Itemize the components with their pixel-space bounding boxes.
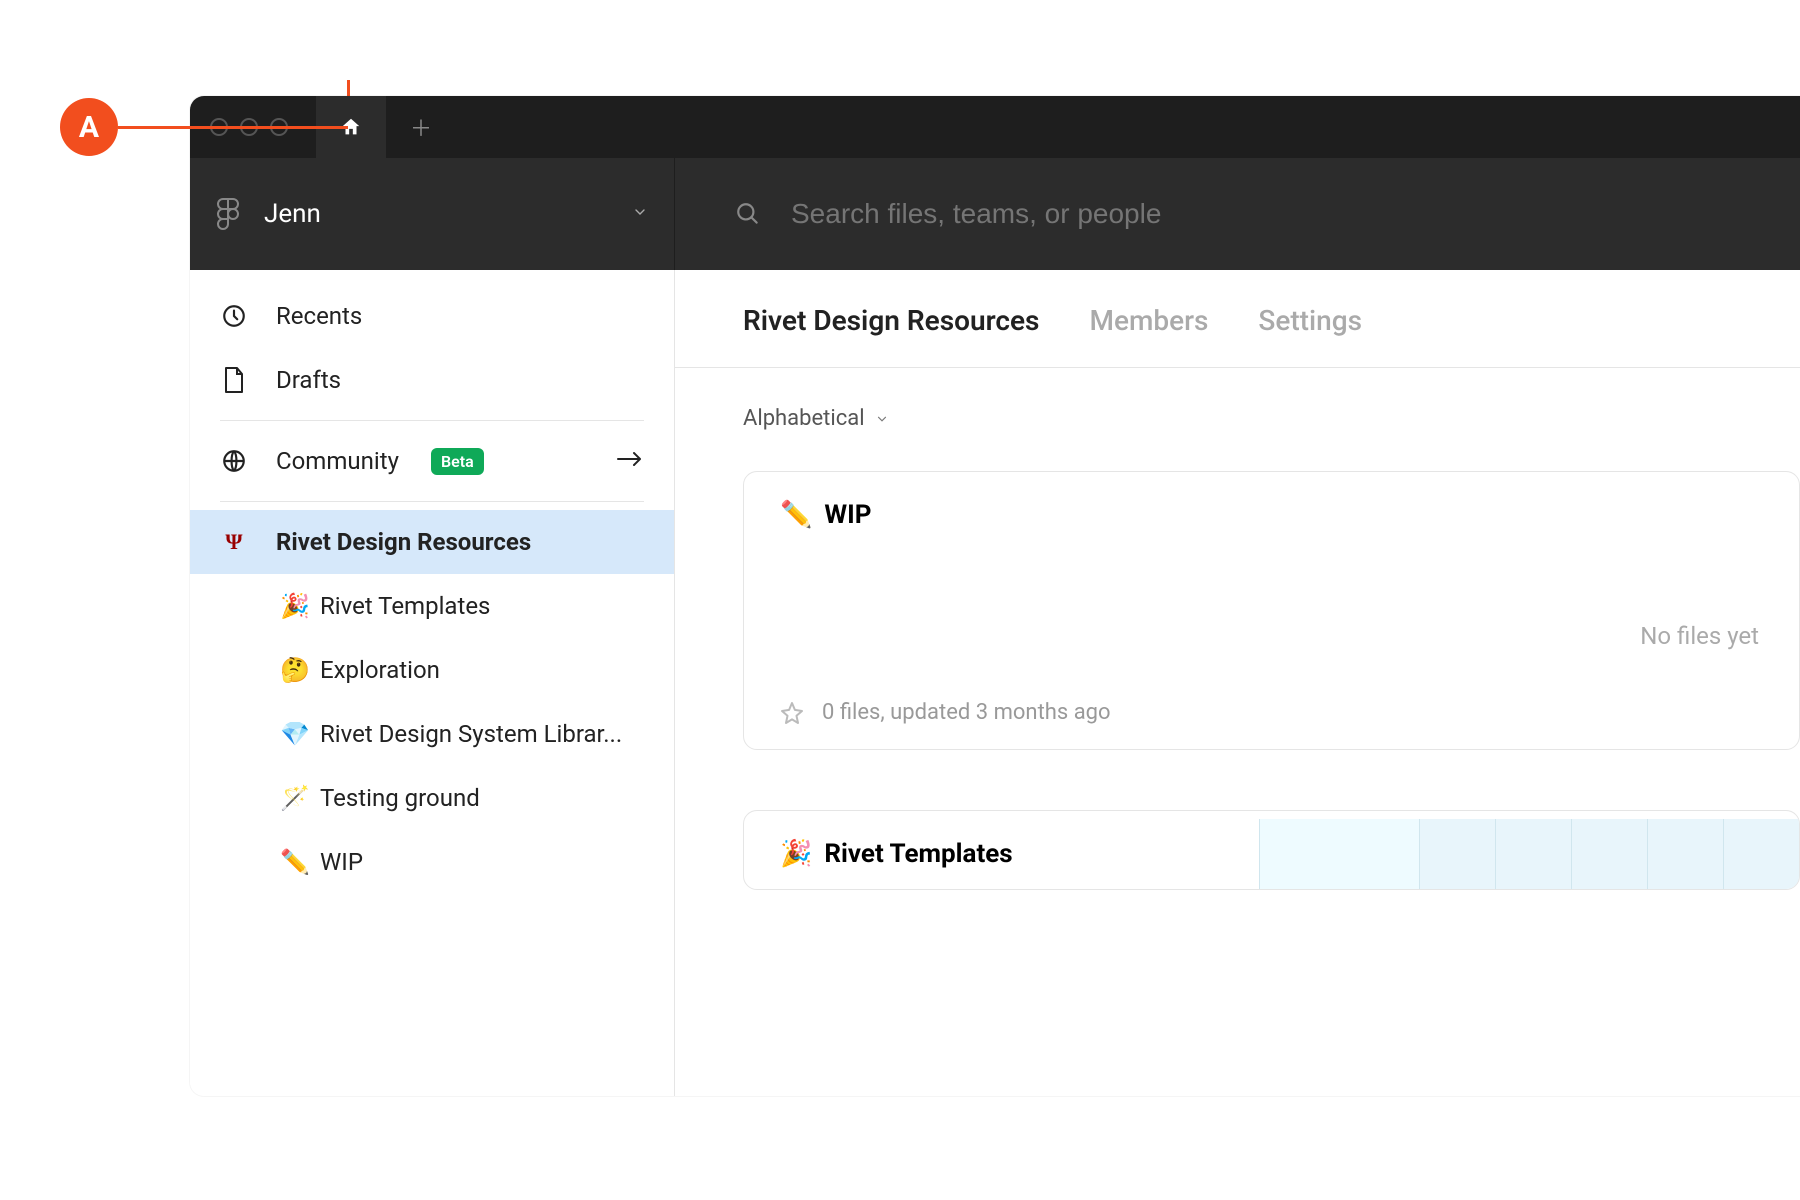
- sidebar-item-label: Rivet Design System Librar...: [320, 720, 622, 748]
- emoji-icon: 💎: [280, 720, 306, 748]
- emoji-icon: ✏️: [280, 848, 306, 876]
- project-card-footer: 0 files, updated 3 months ago: [780, 700, 1763, 725]
- sidebar-item-team-rivet[interactable]: Ψ Rivet Design Resources: [190, 510, 674, 574]
- sidebar-item-label: Exploration: [320, 656, 440, 684]
- search-input[interactable]: [791, 198, 1491, 230]
- sidebar-item-label: Rivet Design Resources: [276, 528, 531, 556]
- account-switcher[interactable]: Jenn: [190, 158, 675, 270]
- sidebar-item-recents[interactable]: Recents: [190, 284, 674, 348]
- sort-dropdown[interactable]: Alphabetical: [743, 406, 1800, 431]
- app-window: ＋ Jenn Recents: [190, 96, 1800, 1096]
- emoji-icon: 🤔: [280, 656, 306, 684]
- project-meta-text: 0 files, updated 3 months ago: [822, 700, 1111, 725]
- chevron-down-icon: [632, 204, 648, 224]
- sidebar-project-exploration[interactable]: 🤔 Exploration: [190, 638, 674, 702]
- sidebar-item-label: Rivet Templates: [320, 592, 490, 620]
- empty-state-text: No files yet: [1640, 622, 1759, 650]
- beta-badge: Beta: [431, 448, 484, 475]
- project-card-title: 🎉 Rivet Templates: [780, 839, 1799, 869]
- emoji-icon: 🪄: [280, 784, 306, 812]
- team-icon: Ψ: [220, 529, 248, 555]
- file-icon: [220, 366, 248, 394]
- sidebar-item-label: WIP: [320, 848, 363, 876]
- globe-icon: [220, 448, 248, 474]
- tab-members[interactable]: Members: [1089, 304, 1208, 337]
- main-content: Rivet Design Resources Members Settings …: [675, 270, 1800, 1096]
- sidebar-divider: [220, 420, 644, 421]
- arrow-right-icon: [616, 447, 644, 475]
- sidebar-project-rivet-templates[interactable]: 🎉 Rivet Templates: [190, 574, 674, 638]
- sidebar-item-label: Drafts: [276, 366, 341, 394]
- project-name-label: Rivet Templates: [824, 839, 1012, 869]
- sidebar-item-drafts[interactable]: Drafts: [190, 348, 674, 412]
- emoji-icon: 🎉: [280, 592, 306, 620]
- subheader: Jenn: [190, 158, 1800, 270]
- sidebar-project-design-system[interactable]: 💎 Rivet Design System Librar...: [190, 702, 674, 766]
- tab-resources[interactable]: Rivet Design Resources: [743, 304, 1039, 337]
- sidebar-project-wip[interactable]: ✏️ WIP: [190, 830, 674, 894]
- project-card-rivet-templates[interactable]: 🎉 Rivet Templates: [743, 810, 1800, 890]
- tabs-divider: [675, 367, 1800, 368]
- new-tab-button[interactable]: ＋: [396, 111, 446, 143]
- emoji-icon: 🎉: [780, 839, 812, 869]
- window-tabbar: ＋: [190, 96, 1800, 158]
- search-bar[interactable]: [675, 158, 1800, 270]
- figma-logo-icon: [216, 196, 240, 232]
- content-tabs: Rivet Design Resources Members Settings: [743, 304, 1800, 337]
- annotation-line: [118, 126, 348, 129]
- sidebar-divider: [220, 501, 644, 502]
- sidebar-item-label: Community: [276, 447, 399, 475]
- annotation-marker: A: [60, 98, 348, 156]
- project-name-label: WIP: [824, 500, 871, 530]
- sidebar-item-label: Testing ground: [320, 784, 480, 812]
- emoji-icon: ✏️: [780, 500, 812, 530]
- search-icon: [735, 201, 761, 227]
- chevron-down-icon: [875, 412, 889, 426]
- project-card-wip[interactable]: ✏️ WIP No files yet 0 files, updated 3 m…: [743, 471, 1800, 750]
- project-card-title: ✏️ WIP: [780, 500, 1763, 530]
- tab-settings[interactable]: Settings: [1258, 304, 1362, 337]
- plus-icon: ＋: [410, 111, 432, 143]
- sidebar-item-community[interactable]: Community Beta: [190, 429, 674, 493]
- annotation-label: A: [60, 98, 118, 156]
- clock-icon: [220, 303, 248, 329]
- sidebar-project-testing-ground[interactable]: 🪄 Testing ground: [190, 766, 674, 830]
- sidebar-item-label: Recents: [276, 302, 362, 330]
- username-label: Jenn: [264, 199, 608, 229]
- sort-label: Alphabetical: [743, 406, 865, 431]
- sidebar: Recents Drafts Community Beta: [190, 270, 675, 1096]
- star-icon[interactable]: [780, 701, 804, 725]
